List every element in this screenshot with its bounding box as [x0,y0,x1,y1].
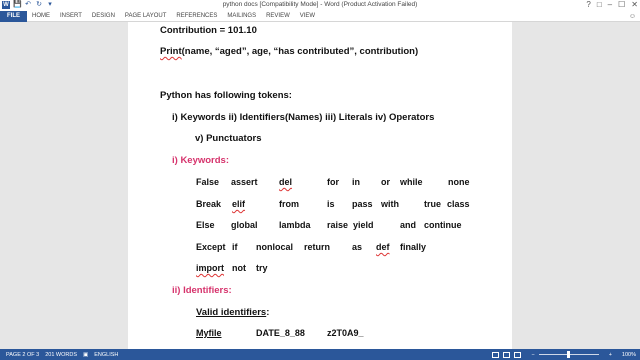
keyword-cell: true [424,199,442,209]
keyword-cell: global [231,220,258,230]
keyword-cell: nonlocal [256,242,294,252]
print-line: Print(name, “aged”, age, “has contribute… [160,46,418,57]
keyword-cell: for [327,177,339,187]
tab-references[interactable]: REFERENCES [171,11,222,22]
zoom-controls: − + 100% [492,349,636,360]
keyword-cell: lambda [279,220,311,230]
identifiers-heading: ii) Identifiers: [172,285,232,296]
identifier-example: DATE_8_88 [256,328,305,338]
tab-file[interactable]: FILE [0,10,27,22]
keyword-cell: yield [353,220,374,230]
view-buttons [492,351,522,358]
keyword-cell: while [400,177,423,187]
keyword-cell: class [447,199,470,209]
word-count[interactable]: 201 WORDS [45,352,77,358]
maximize-icon[interactable]: ☐ [618,0,625,9]
window-title: python docs [Compatibility Mode] - Word … [222,1,418,8]
status-bar: PAGE 2 OF 3 201 WORDS ▣ ENGLISH − + 100% [0,349,640,360]
language[interactable]: ENGLISH [94,352,118,358]
minimize-icon[interactable]: – [608,0,612,9]
document-area[interactable]: Contribution = 101.10 Print(name, “aged”… [0,22,640,349]
tokens-heading: Python has following tokens: [160,90,292,101]
keyword-cell: with [381,199,399,209]
keyword-cell: finally [400,242,427,252]
keyword-cell: return [304,242,331,252]
keyword-cell: try [256,263,268,273]
keyword-cell: as [352,242,363,252]
window-controls: ? □ – ☐ ✕ [586,0,638,9]
keyword-cell: continue [424,220,462,230]
page-count[interactable]: PAGE 2 OF 3 [6,352,39,358]
valid-identifiers-label: Valid identifiers [196,307,267,318]
tab-review[interactable]: REVIEW [261,11,295,22]
punctuators-line: v) Punctuators [195,133,262,144]
keyword-cell: del [279,177,293,187]
ribbon-tabs: FILE HOME INSERT DESIGN PAGE LAYOUT REFE… [0,10,640,22]
tab-insert[interactable]: INSERT [55,11,87,22]
close-icon[interactable]: ✕ [631,0,638,9]
keyword-cell: import [196,263,224,273]
identifier-example: Myfile [196,328,222,338]
keyword-cell: in [352,177,360,187]
zoom-level[interactable]: 100% [622,352,636,358]
keywords-heading: i) Keywords: [172,155,230,166]
keyword-cell: from [279,199,299,209]
identifier-example: z2T0A9_ [327,328,364,338]
print-keyword: Print [160,46,182,57]
keyword-cell: or [381,177,390,187]
keyword-cell: Else [196,220,215,230]
tab-mailings[interactable]: MAILINGS [222,11,261,22]
valid-identifiers-line: Valid identifiers: [196,307,269,318]
keyword-cell: Except [196,242,226,252]
print-args: (name, “aged”, age, “has contributed”, c… [181,46,419,57]
tab-design[interactable]: DESIGN [87,11,120,22]
title-bar: W 💾 ↶ ↻ ▾ python docs [Compatibility Mod… [0,0,640,11]
zoom-in-icon[interactable]: + [609,352,612,358]
ribbon-display-icon[interactable]: □ [597,0,602,9]
keyword-cell: if [232,242,238,252]
help-icon[interactable]: ? [586,0,590,9]
keyword-cell: raise [327,220,349,230]
read-mode-icon[interactable] [492,351,500,358]
tab-home[interactable]: HOME [27,11,55,22]
keyword-cell: pass [352,199,373,209]
keyword-cell: False [196,177,220,187]
zoom-out-icon[interactable]: − [531,352,534,358]
web-layout-icon[interactable] [514,351,522,358]
print-layout-icon[interactable] [503,351,511,358]
keyword-cell: def [376,242,390,252]
keyword-cell: none [448,177,470,187]
proofing-icon[interactable]: ▣ [83,352,88,358]
contribution-line: Contribution = 101.10 [160,25,257,36]
tab-page-layout[interactable]: PAGE LAYOUT [120,11,171,22]
keyword-cell: is [327,199,335,209]
keyword-cell: elif [232,199,246,209]
keyword-cell: Break [196,199,222,209]
keyword-cell: assert [231,177,258,187]
valid-identifiers-colon: : [266,307,270,318]
tokens-list: i) Keywords ii) Identifiers(Names) iii) … [172,112,435,123]
document-page[interactable]: Contribution = 101.10 Print(name, “aged”… [128,22,512,349]
keyword-cell: not [232,263,246,273]
feedback-icon[interactable]: ☺ [629,11,636,22]
zoom-slider[interactable] [538,351,599,358]
tab-view[interactable]: VIEW [295,11,320,22]
zoom-slider-thumb[interactable] [566,351,570,358]
keyword-cell: and [400,220,417,230]
